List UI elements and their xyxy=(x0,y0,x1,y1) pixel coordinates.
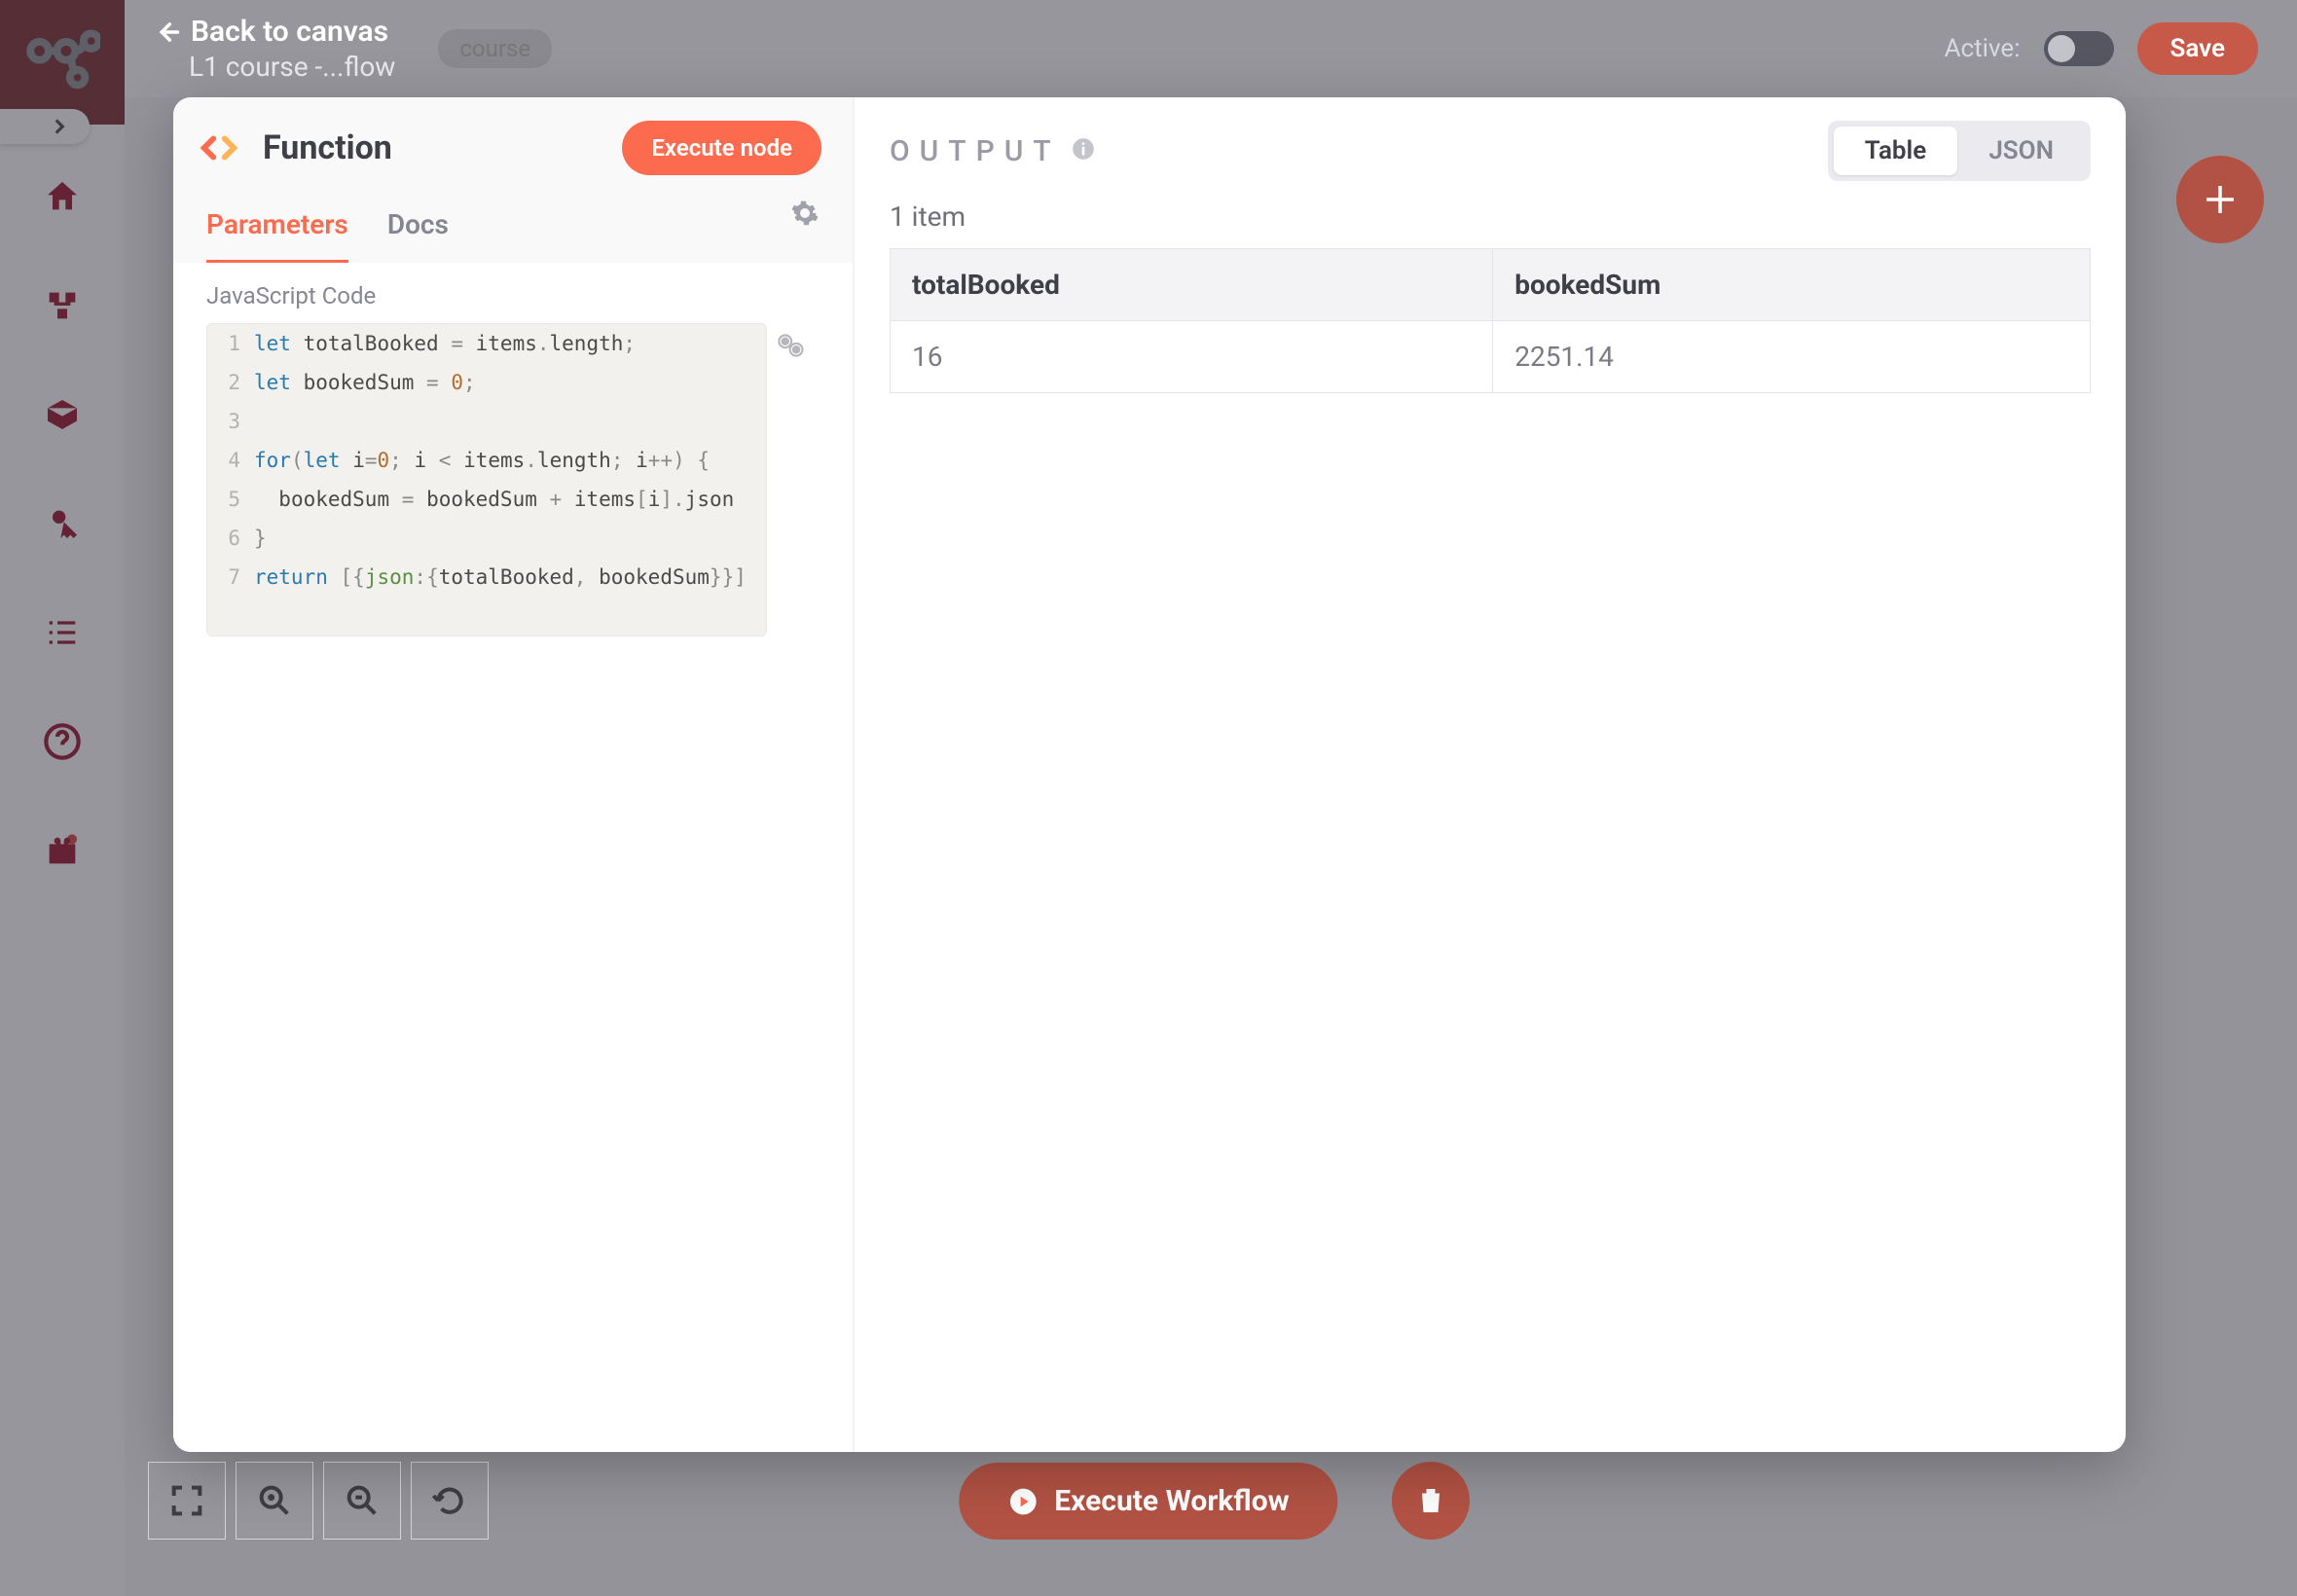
node-editor-modal: Function Execute node Parameters Docs Ja… xyxy=(173,97,2126,1452)
zoom-in-button[interactable] xyxy=(236,1462,313,1540)
workflow-tag[interactable]: course xyxy=(438,29,552,68)
back-to-canvas-link[interactable]: Back to canvas xyxy=(154,15,395,49)
credentials-icon[interactable] xyxy=(43,504,82,543)
view-json-option[interactable]: JSON xyxy=(1957,127,2085,175)
node-editor-left-panel: Function Execute node Parameters Docs Ja… xyxy=(173,97,855,1452)
node-output-panel: OUTPUT Table JSON 1 item totalBookedbook… xyxy=(855,97,2126,1452)
output-heading: OUTPUT xyxy=(890,134,1061,168)
tab-docs[interactable]: Docs xyxy=(387,199,449,263)
packages-icon[interactable] xyxy=(43,395,82,434)
code-field-settings-button[interactable] xyxy=(773,329,806,366)
active-toggle[interactable] xyxy=(2044,31,2114,66)
active-label: Active: xyxy=(1945,34,2021,63)
delete-button[interactable] xyxy=(1392,1462,1470,1540)
undo-icon xyxy=(430,1481,469,1520)
expand-icon xyxy=(167,1481,206,1520)
zoom-out-button[interactable] xyxy=(323,1462,401,1540)
save-button[interactable]: Save xyxy=(2137,22,2259,75)
node-settings-button[interactable] xyxy=(790,199,820,263)
tab-parameters[interactable]: Parameters xyxy=(206,199,348,263)
workflow-title[interactable]: L1 course -...flow xyxy=(189,51,395,83)
add-node-button[interactable] xyxy=(2176,156,2264,243)
table-cell[interactable]: 16 xyxy=(891,321,1493,393)
workflows-icon[interactable] xyxy=(43,286,82,325)
info-icon xyxy=(1071,136,1096,162)
execute-node-button[interactable]: Execute node xyxy=(622,121,821,175)
zoom-in-icon xyxy=(255,1481,294,1520)
table-row: 162251.14 xyxy=(891,321,2091,393)
back-label: Back to canvas xyxy=(191,15,388,49)
output-info-button[interactable] xyxy=(1071,136,1096,165)
output-table: totalBookedbookedSum 162251.14 xyxy=(890,248,2091,393)
fit-view-button[interactable] xyxy=(148,1462,226,1540)
trash-icon xyxy=(1413,1483,1448,1518)
home-icon[interactable] xyxy=(43,177,82,216)
arrow-left-icon xyxy=(154,18,181,46)
canvas-toolbar xyxy=(148,1462,489,1540)
app-logo[interactable] xyxy=(0,0,125,125)
output-view-toggle: Table JSON xyxy=(1828,121,2091,181)
execute-workflow-label: Execute Workflow xyxy=(1054,1484,1289,1518)
function-code-icon xyxy=(197,126,241,170)
view-table-option[interactable]: Table xyxy=(1834,127,1958,175)
undo-button[interactable] xyxy=(411,1462,489,1540)
top-bar: Back to canvas L1 course -...flow course… xyxy=(125,0,2297,97)
zoom-out-icon xyxy=(343,1481,382,1520)
column-header[interactable]: totalBooked xyxy=(891,249,1493,321)
code-editor[interactable]: 1let totalBooked = items.length;2let boo… xyxy=(206,323,767,636)
code-field-label: JavaScript Code xyxy=(206,282,853,309)
list-icon[interactable] xyxy=(43,613,82,652)
output-item-count: 1 item xyxy=(890,200,2091,233)
plus-icon xyxy=(2200,179,2241,220)
left-sidebar xyxy=(0,0,125,1596)
sidebar-collapse-button[interactable] xyxy=(0,109,90,144)
play-circle-icon xyxy=(1007,1486,1039,1517)
n8n-logo-icon xyxy=(24,24,100,100)
execute-workflow-button[interactable]: Execute Workflow xyxy=(959,1463,1337,1540)
gift-icon[interactable] xyxy=(43,831,82,870)
column-header[interactable]: bookedSum xyxy=(1493,249,2091,321)
table-cell[interactable]: 2251.14 xyxy=(1493,321,2091,393)
help-icon[interactable] xyxy=(43,722,82,761)
node-title[interactable]: Function xyxy=(263,128,601,167)
gear-icon xyxy=(790,199,820,228)
gears-icon xyxy=(773,329,806,362)
